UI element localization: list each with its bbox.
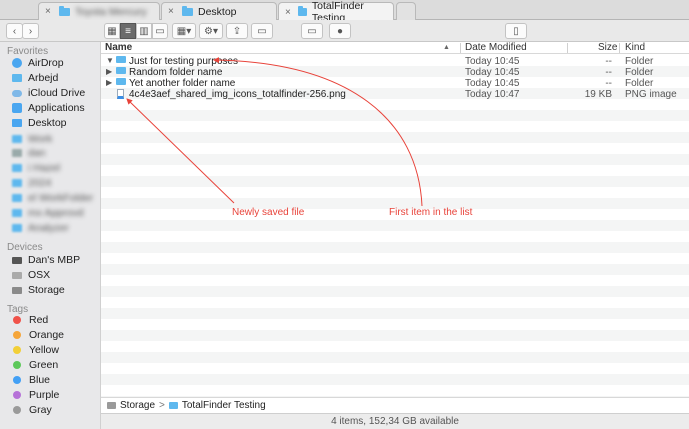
arrow-saved-file — [126, 98, 235, 204]
annotation-first: First item in the list — [389, 207, 473, 218]
arrow-first-item — [213, 57, 423, 207]
annotation-arrows — [126, 57, 423, 207]
annotation-saved: Newly saved file — [232, 207, 305, 218]
